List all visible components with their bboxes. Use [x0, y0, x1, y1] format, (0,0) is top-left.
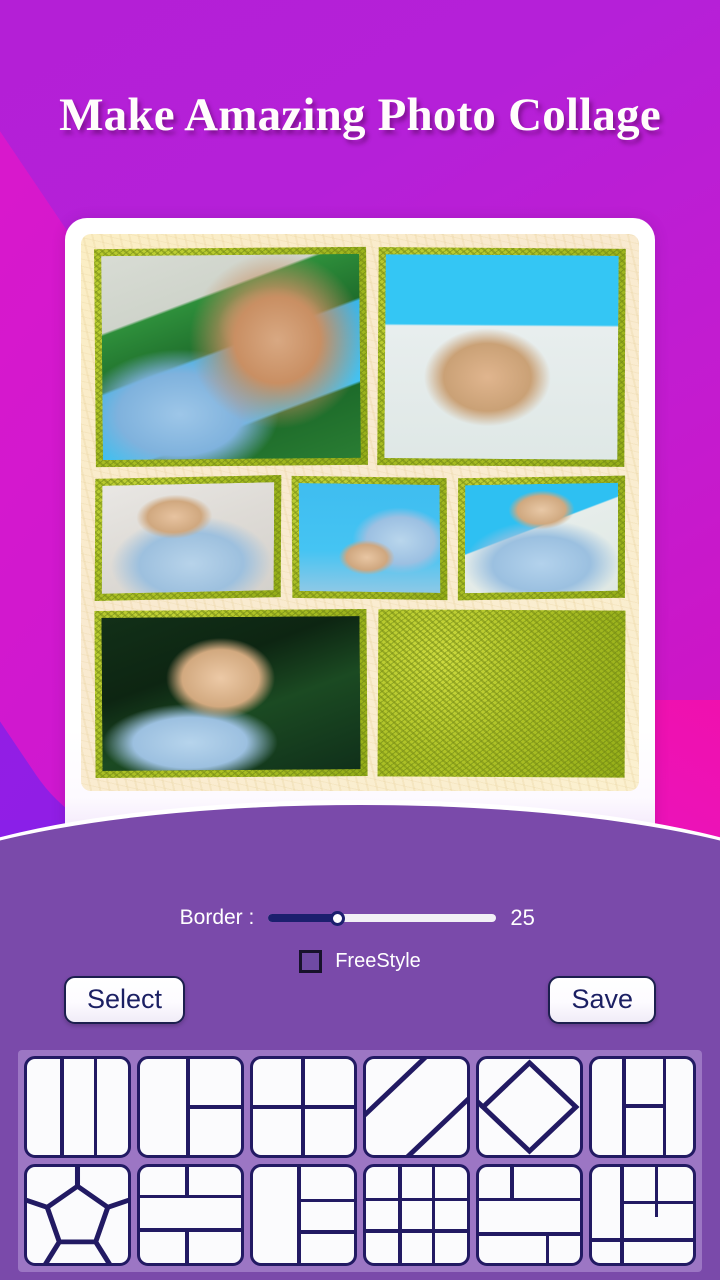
template-layout-2x2-grid[interactable] — [250, 1056, 357, 1158]
collage-row — [94, 246, 626, 468]
template-layout-pentagon-center[interactable] — [24, 1164, 131, 1266]
page-title: Make Amazing Photo Collage — [59, 89, 661, 141]
collage-cell-photo-5[interactable] — [457, 475, 626, 601]
collage-cell-photo-7[interactable] — [377, 609, 626, 778]
border-slider-fill — [268, 914, 337, 922]
diagonal-lines-icon — [366, 1059, 467, 1155]
template-layout-mixed-mosaic[interactable] — [589, 1164, 696, 1266]
collage-sheet[interactable] — [81, 234, 639, 791]
photo-5-image — [464, 482, 619, 594]
border-slider-thumb[interactable] — [329, 910, 345, 926]
template-layout-diamond[interactable] — [476, 1056, 583, 1158]
border-label: Border : — [179, 906, 255, 929]
diamond-icon — [479, 1059, 580, 1155]
collage-row — [94, 609, 626, 778]
border-value: 25 — [510, 905, 535, 930]
border-slider[interactable] — [268, 910, 497, 926]
collage-cell-photo-4[interactable] — [291, 475, 448, 601]
select-button[interactable]: Select — [64, 976, 186, 1025]
template-layout-3-columns-middle-split[interactable] — [589, 1056, 696, 1158]
freestyle-checkbox[interactable] — [299, 950, 323, 973]
photo-1-image — [101, 253, 361, 461]
template-layout-left-full-right-split[interactable] — [137, 1056, 244, 1158]
collage-cell-photo-3[interactable] — [94, 475, 282, 601]
collage-cell-photo-6[interactable] — [94, 609, 368, 778]
template-layout-3x3-grid[interactable] — [363, 1164, 470, 1266]
collage-row — [94, 475, 626, 601]
template-layout-asymmetric-rows[interactable] — [476, 1164, 583, 1266]
photo-4-image — [298, 483, 441, 593]
template-layout-3-columns[interactable] — [24, 1056, 131, 1158]
template-layout-left-full-right-three[interactable] — [250, 1164, 357, 1266]
pentagon-icon — [27, 1167, 128, 1263]
border-control-row: Border : 25 — [0, 905, 720, 931]
template-layout-two-top-band-two-bottom[interactable] — [137, 1164, 244, 1266]
photo-3-image — [101, 482, 275, 594]
photo-2-image — [384, 254, 619, 460]
collage-cell-photo-2[interactable] — [377, 247, 626, 467]
photo-7-image — [385, 616, 619, 770]
collage-cell-photo-1[interactable] — [94, 246, 368, 468]
photo-6-image — [101, 616, 361, 771]
template-layout-two-diagonal-stripes[interactable] — [363, 1056, 470, 1158]
action-button-row: Select Save — [0, 976, 720, 1025]
layout-template-grid — [18, 1050, 702, 1272]
save-button[interactable]: Save — [548, 976, 656, 1025]
freestyle-label: FreeStyle — [335, 950, 421, 972]
freestyle-row: FreeStyle — [0, 950, 720, 973]
